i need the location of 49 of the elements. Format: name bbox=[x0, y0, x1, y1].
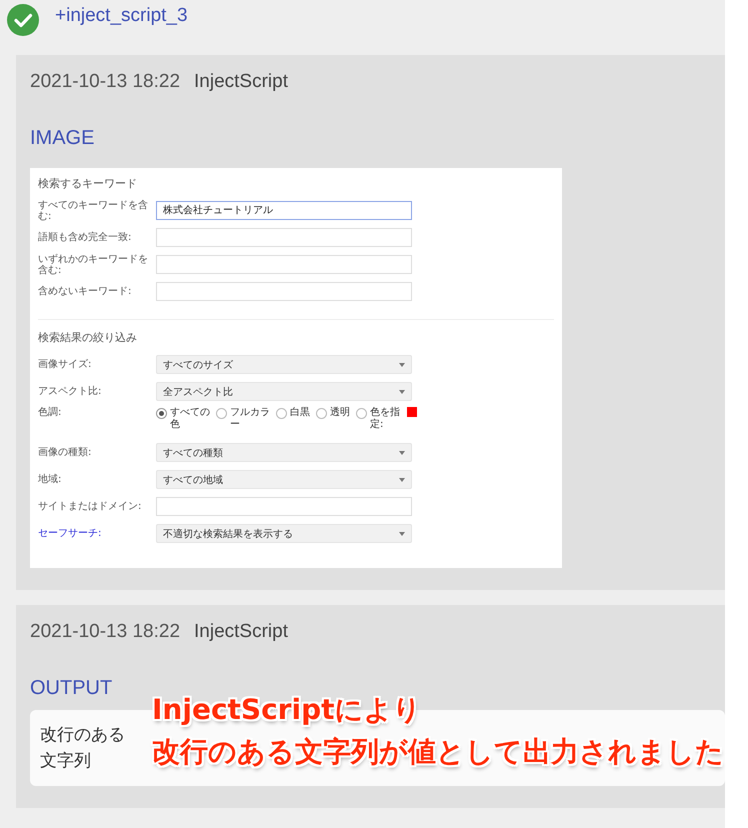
caret-icon bbox=[399, 362, 405, 366]
radio-label: 色を指定: bbox=[370, 407, 401, 431]
radio-label: 白黒 bbox=[290, 407, 310, 419]
text-field[interactable]: 株式会社チュートリアル bbox=[156, 201, 412, 220]
radio-label: 透明 bbox=[330, 407, 350, 419]
dropdown[interactable]: すべての種類 bbox=[156, 443, 412, 462]
radio-button[interactable] bbox=[276, 408, 287, 419]
text-field[interactable] bbox=[156, 255, 412, 274]
field-label: アスペクト比: bbox=[38, 386, 102, 397]
field-label: 画像サイズ: bbox=[38, 359, 92, 370]
section-label: IMAGE bbox=[30, 127, 96, 150]
text-field[interactable] bbox=[156, 282, 412, 301]
dropdown[interactable]: 不適切な検索結果を表示する bbox=[156, 524, 412, 543]
dropdown[interactable]: すべての地域 bbox=[156, 470, 412, 489]
form-heading: 検索結果の絞り込み bbox=[38, 330, 138, 345]
field-label: すべてのキーワードを含む: bbox=[38, 200, 149, 222]
log-time: 2021-10-13 18:22 bbox=[30, 71, 180, 93]
field-label: 含めないキーワード: bbox=[38, 286, 132, 297]
annotation-text: 改行のある文字列が値として出力されました bbox=[152, 734, 724, 770]
field-label: 色調: bbox=[38, 407, 62, 418]
radio-button[interactable] bbox=[216, 408, 227, 419]
field-label: 語順も含め完全一致: bbox=[38, 232, 132, 243]
log-source: InjectScript bbox=[194, 621, 288, 643]
radio-label: フルカラー bbox=[230, 407, 270, 431]
task-name[interactable]: +inject_script_3 bbox=[55, 5, 188, 27]
color-swatch[interactable] bbox=[407, 407, 417, 417]
field-label: 画像の種類: bbox=[38, 447, 92, 458]
text-field[interactable] bbox=[156, 497, 412, 516]
radio-button[interactable] bbox=[156, 408, 167, 419]
field-label[interactable]: セーフサーチ: bbox=[38, 528, 156, 539]
text-field[interactable] bbox=[156, 228, 412, 247]
field-label: サイトまたはドメイン: bbox=[38, 501, 142, 512]
section-label: OUTPUT bbox=[30, 677, 114, 700]
caret-icon bbox=[399, 478, 405, 482]
log-time: 2021-10-13 18:22 bbox=[30, 621, 180, 643]
caret-icon bbox=[399, 390, 405, 394]
caret-icon bbox=[399, 450, 405, 454]
field-label: 地域: bbox=[38, 474, 62, 485]
radio-label: すべての色 bbox=[170, 407, 210, 431]
caret-icon bbox=[399, 532, 405, 536]
radio-button[interactable] bbox=[356, 408, 367, 419]
dropdown[interactable]: すべてのサイズ bbox=[156, 355, 412, 374]
output-text: 改行のある 文字列 bbox=[40, 725, 125, 771]
annotation-text: InjectScriptにより bbox=[152, 692, 422, 728]
log-source: InjectScript bbox=[194, 71, 288, 93]
field-label: いずれかのキーワードを含む: bbox=[38, 254, 149, 276]
radio-button[interactable] bbox=[316, 408, 327, 419]
form-heading: 検索するキーワード bbox=[38, 176, 138, 191]
dropdown[interactable]: 全アスペクト比 bbox=[156, 382, 412, 401]
